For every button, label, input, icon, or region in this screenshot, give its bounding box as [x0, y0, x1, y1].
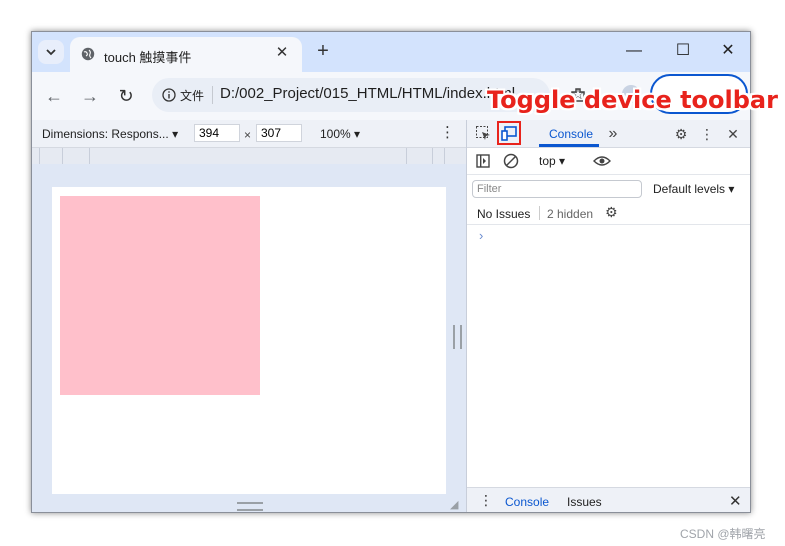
devtools-tab-bar: Console » ⚙ ⋮ ✕ [467, 120, 750, 148]
emulated-viewport[interactable] [52, 187, 446, 494]
tab-strip: touch 触摸事件 ✕ + — ☐ ✕ [32, 32, 750, 72]
annotation-label: Toggle device toolbar [487, 86, 778, 114]
resize-handle-bottom[interactable] [237, 502, 263, 511]
context-selector[interactable]: top ▾ [539, 154, 565, 168]
resize-corner-icon[interactable]: ◢ [450, 498, 458, 511]
touch-target-box[interactable] [60, 196, 260, 395]
tab-close-button[interactable]: ✕ [272, 43, 292, 63]
device-toggle-icon [501, 126, 517, 141]
more-tabs-button[interactable]: » [603, 124, 623, 144]
height-input[interactable] [256, 124, 302, 142]
sidebar-toggle-icon[interactable] [476, 154, 490, 168]
drawer-active-underline [495, 512, 557, 513]
toggle-device-toolbar-button[interactable] [497, 121, 521, 145]
back-button[interactable]: ← [42, 84, 66, 108]
device-emulation-pane: Dimensions: Respons... ▾ × 100% ▾ ⋮ ◢ [32, 120, 466, 512]
new-tab-button[interactable]: + [312, 41, 334, 61]
forward-button[interactable]: → [78, 84, 102, 108]
chevron-down-icon [46, 49, 56, 56]
device-more-button[interactable]: ⋮ [440, 123, 455, 141]
devtools-drawer: ⋮ Console Issues ✕ [467, 487, 750, 513]
caret-down-icon: ▾ [354, 127, 361, 141]
url-text[interactable]: D:/002_Project/015_HTML/HTML/index.html [220, 85, 515, 102]
settings-gear-icon[interactable]: ⚙ [671, 124, 691, 144]
tab-title: touch 触摸事件 [104, 50, 192, 65]
tab-search-button[interactable] [38, 40, 64, 64]
live-expression-eye-icon[interactable] [593, 154, 611, 168]
log-levels-label: Default levels [653, 182, 726, 196]
devtools-panel: Console » ⚙ ⋮ ✕ top ▾ Filter Default lev… [466, 120, 750, 513]
caret-down-icon: ▾ [728, 182, 735, 196]
watermark: CSDN @韩曙亮 [680, 527, 766, 541]
devtools-menu-icon[interactable]: ⋮ [697, 124, 717, 144]
globe-icon [81, 47, 95, 61]
width-input[interactable] [194, 124, 240, 142]
zoom-label: 100% [320, 127, 351, 141]
caret-down-icon: ▾ [559, 154, 566, 168]
omnibox-divider [212, 86, 213, 104]
log-levels-dropdown[interactable]: Default levels ▾ [653, 182, 734, 196]
info-icon[interactable] [162, 88, 176, 102]
active-tab-underline [539, 144, 599, 147]
hidden-issues-label[interactable]: 2 hidden [547, 207, 593, 221]
resize-handle-right[interactable] [453, 325, 462, 349]
times-label: × [244, 128, 252, 142]
drawer-tab-issues[interactable]: Issues [567, 495, 602, 509]
file-chip[interactable]: 文件 [180, 87, 204, 104]
issues-divider [539, 206, 540, 220]
window-close-button[interactable]: ✕ [713, 40, 743, 62]
devtools-close-icon[interactable]: ✕ [723, 124, 743, 144]
console-toolbar: top ▾ [467, 148, 750, 175]
device-toolbar: Dimensions: Respons... ▾ × 100% ▾ ⋮ [32, 120, 466, 148]
console-filter-input[interactable]: Filter [472, 180, 642, 198]
minimize-button[interactable]: — [619, 40, 649, 62]
no-issues-label[interactable]: No Issues [477, 207, 530, 221]
reload-button[interactable]: ↻ [114, 84, 138, 108]
maximize-button[interactable]: ☐ [668, 40, 698, 62]
tab-active[interactable]: touch 触摸事件 ✕ [70, 37, 302, 72]
tab-console[interactable]: Console [549, 127, 593, 141]
clear-console-icon[interactable] [503, 153, 519, 169]
dimensions-dropdown[interactable]: Dimensions: Respons... ▾ [42, 127, 178, 141]
drawer-close-button[interactable]: ✕ [729, 492, 742, 510]
drawer-menu-button[interactable]: ⋮ [479, 492, 493, 509]
context-label: top [539, 154, 556, 168]
dimensions-label: Dimensions: Respons... [42, 127, 169, 141]
caret-down-icon: ▾ [172, 127, 179, 141]
drawer-tab-console[interactable]: Console [505, 495, 549, 509]
issues-row: No Issues 2 hidden ⚙ [467, 202, 750, 225]
zoom-dropdown[interactable]: 100% ▾ [320, 127, 360, 141]
issues-settings-gear-icon[interactable]: ⚙ [605, 204, 618, 221]
media-query-bar[interactable] [32, 148, 466, 164]
console-prompt[interactable]: › [479, 228, 483, 243]
inspect-element-icon[interactable] [475, 125, 492, 142]
